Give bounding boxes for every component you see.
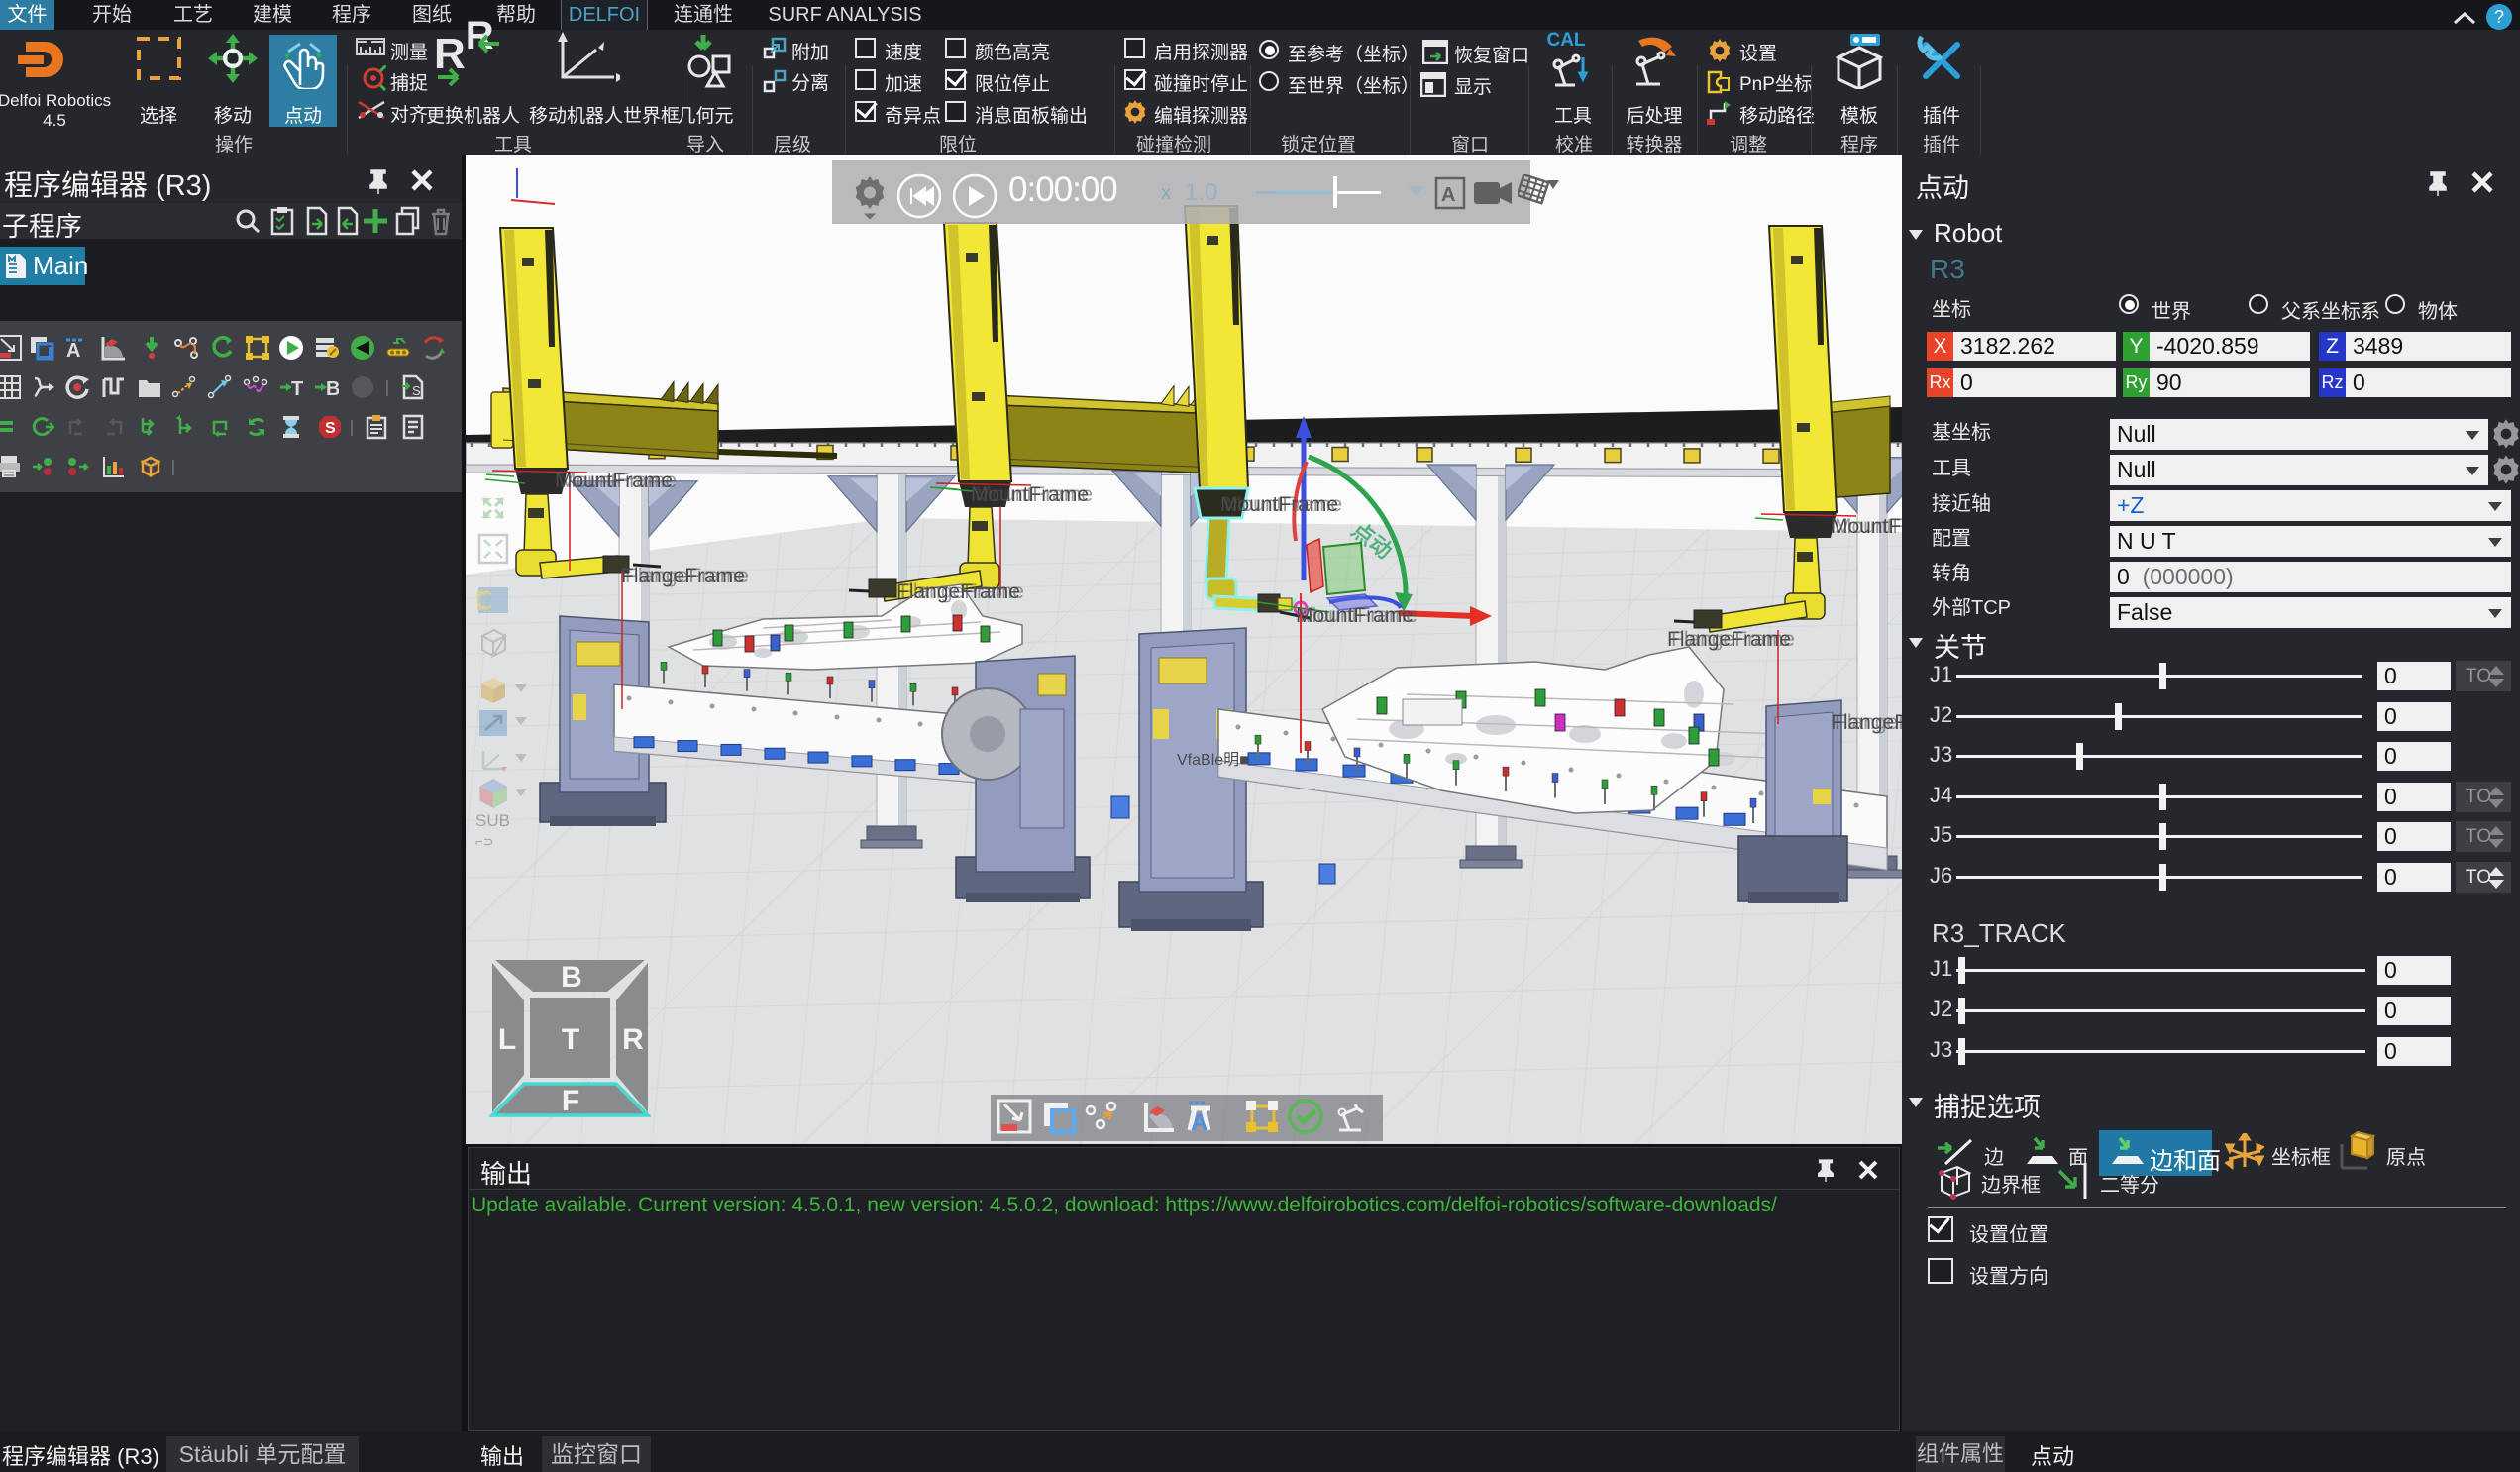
svg-text:S: S	[412, 383, 421, 398]
svg-text:B: B	[326, 378, 339, 400]
svg-text:FlangeFrame: FlangeFrame	[1671, 628, 1795, 651]
svg-text:L: L	[498, 1023, 516, 1056]
svg-text:S: S	[325, 420, 336, 437]
svg-text:T: T	[291, 378, 303, 400]
svg-text:MountFrame: MountFrame	[1224, 493, 1342, 516]
svg-text:A: A	[66, 340, 80, 361]
svg-text:MountFrame: MountFrame	[975, 483, 1093, 506]
svg-text:MountFra: MountFra	[1835, 515, 1902, 538]
svg-text:MountFrame: MountFrame	[559, 470, 677, 492]
svg-text:VfaBle明■: VfaBle明■	[1177, 752, 1249, 769]
svg-text:T: T	[562, 1023, 579, 1056]
svg-text:F: F	[562, 1085, 579, 1117]
svg-text:FlangeFrame: FlangeFrame	[1835, 711, 1902, 734]
svg-text:FlangeFrame: FlangeFrame	[900, 580, 1024, 603]
svg-text:A: A	[1441, 184, 1455, 206]
svg-text:FlangeFrame: FlangeFrame	[625, 565, 749, 587]
svg-text:MountFrame: MountFrame	[1300, 604, 1418, 627]
svg-text:R: R	[622, 1023, 644, 1056]
svg-text:B: B	[561, 961, 582, 994]
svg-text:A: A	[1191, 1109, 1208, 1136]
